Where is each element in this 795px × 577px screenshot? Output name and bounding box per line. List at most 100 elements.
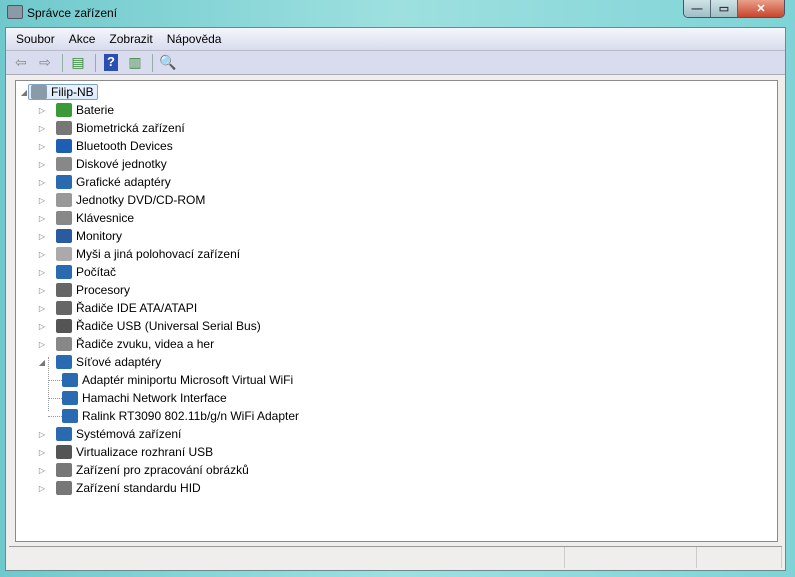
collapse-arrow-icon[interactable]: ◢ [20, 88, 28, 97]
tree-item[interactable]: ▷ Bluetooth Devices [38, 137, 173, 155]
tree-item[interactable]: ▷ Řadiče zvuku, videa a her [38, 335, 214, 353]
show-hide-action-pane-icon[interactable]: ▥ [124, 54, 146, 72]
tree-subitem[interactable]: Adaptér miniportu Microsoft Virtual WiFi [48, 371, 294, 389]
menu-napoveda[interactable]: Nápověda [167, 32, 222, 46]
device-category-icon [56, 175, 72, 189]
tree-item[interactable]: ▷ Myši a jiná polohovací zařízení [38, 245, 241, 263]
expand-arrow-icon[interactable]: ▷ [38, 484, 46, 493]
expand-arrow-icon[interactable]: ▷ [38, 268, 46, 277]
menu-bar: Soubor Akce Zobrazit Nápověda [6, 28, 785, 51]
device-category-icon [56, 193, 72, 207]
tree-item[interactable]: ▷ Řadiče IDE ATA/ATAPI [38, 299, 198, 317]
tree-item-label: Biometrická zařízení [76, 121, 185, 135]
toolbar-separator [62, 53, 63, 72]
tree-item[interactable]: ▷ Systémová zařízení [38, 425, 182, 443]
tree-item-label: Zařízení pro zpracování obrázků [76, 463, 249, 477]
network-adapter-icon [62, 373, 78, 387]
device-category-icon [56, 103, 72, 117]
expand-arrow-icon[interactable]: ▷ [38, 322, 46, 331]
expand-arrow-icon[interactable]: ▷ [38, 232, 46, 241]
expand-arrow-icon[interactable]: ▷ [38, 196, 46, 205]
expand-arrow-icon[interactable]: ▷ [38, 304, 46, 313]
tree-subitem-label: Ralink RT3090 802.11b/g/n WiFi Adapter [82, 409, 300, 423]
device-category-icon [56, 265, 72, 279]
tree-root[interactable]: ◢ Filip-NB [16, 83, 98, 101]
device-category-icon [56, 481, 72, 495]
computer-icon [31, 85, 47, 99]
tree-item-label: Síťové adaptéry [76, 355, 162, 369]
tree-item-label: Řadiče IDE ATA/ATAPI [76, 301, 198, 315]
minimize-button[interactable]: — [684, 0, 711, 17]
toolbar-separator [95, 53, 96, 72]
expand-arrow-icon[interactable]: ▷ [38, 340, 46, 349]
tree-item-label: Monitory [76, 229, 123, 243]
status-pane-2 [565, 547, 697, 568]
expand-arrow-icon[interactable]: ▷ [38, 448, 46, 457]
status-bar [9, 546, 782, 568]
tree-item-label: Jednotky DVD/CD-ROM [76, 193, 206, 207]
status-pane-main [9, 547, 565, 568]
device-manager-icon [7, 5, 23, 19]
tree-item[interactable]: ▷ Jednotky DVD/CD-ROM [38, 191, 206, 209]
tree-item-label: Myši a jiná polohovací zařízení [76, 247, 241, 261]
tree-item-label: Systémová zařízení [76, 427, 182, 441]
tree-item[interactable]: ▷ Zařízení standardu HID [38, 479, 201, 497]
tree-item[interactable]: ▷ Diskové jednotky [38, 155, 167, 173]
tree-item-label: Diskové jednotky [76, 157, 167, 171]
expand-arrow-icon[interactable]: ▷ [38, 250, 46, 259]
expand-arrow-icon[interactable]: ▷ [38, 124, 46, 133]
tree-item[interactable]: ◢ Síťové adaptéry [38, 353, 162, 371]
tree-item[interactable]: ▷ Virtualizace rozhraní USB [38, 443, 213, 461]
device-category-icon [56, 319, 72, 333]
device-category-icon [56, 247, 72, 261]
expand-arrow-icon[interactable]: ▷ [38, 142, 46, 151]
back-icon[interactable]: ⇦ [10, 54, 32, 72]
menu-zobrazit[interactable]: Zobrazit [109, 32, 152, 46]
device-category-icon [56, 121, 72, 135]
tree-item[interactable]: ▷ Grafické adaptéry [38, 173, 171, 191]
tree-item-label: Zařízení standardu HID [76, 481, 201, 495]
maximize-button[interactable]: ▭ [711, 0, 738, 17]
device-category-icon [56, 139, 72, 153]
tree-item[interactable]: ▷ Biometrická zařízení [38, 119, 185, 137]
status-pane-3 [697, 547, 782, 568]
close-button[interactable]: ✕ [738, 0, 784, 17]
tree-item-label: Klávesnice [76, 211, 135, 225]
toolbar-separator [152, 53, 153, 72]
expand-arrow-icon[interactable]: ▷ [38, 286, 46, 295]
menu-soubor[interactable]: Soubor [16, 32, 55, 46]
device-category-icon [56, 355, 72, 369]
tree-subitem-label: Adaptér miniportu Microsoft Virtual WiFi [82, 373, 294, 387]
tree-subitem[interactable]: Hamachi Network Interface [48, 389, 227, 407]
tree-item[interactable]: ▷ Řadiče USB (Universal Serial Bus) [38, 317, 261, 335]
help-icon[interactable]: ? [100, 54, 122, 72]
expand-arrow-icon[interactable]: ▷ [38, 466, 46, 475]
tree-item[interactable]: ▷ Baterie [38, 101, 115, 119]
tree-item[interactable]: ▷ Klávesnice [38, 209, 135, 227]
menu-akce[interactable]: Akce [69, 32, 96, 46]
tree-subitem[interactable]: Ralink RT3090 802.11b/g/n WiFi Adapter [48, 407, 300, 425]
title-bar: Správce zařízení — ▭ ✕ [0, 0, 795, 27]
tree-subitem-label: Hamachi Network Interface [82, 391, 227, 405]
collapse-arrow-icon[interactable]: ◢ [38, 358, 46, 367]
expand-arrow-icon[interactable]: ▷ [38, 106, 46, 115]
scan-hardware-icon[interactable]: 🔍 [157, 54, 179, 72]
expand-arrow-icon[interactable]: ▷ [38, 178, 46, 187]
show-hide-console-tree-icon[interactable]: ▤ [67, 54, 89, 72]
expand-arrow-icon[interactable]: ▷ [38, 214, 46, 223]
tree-item[interactable]: ▷ Zařízení pro zpracování obrázků [38, 461, 249, 479]
tree-item-label: Baterie [76, 103, 115, 117]
tree-item[interactable]: ▷ Procesory [38, 281, 130, 299]
tree-item-label: Bluetooth Devices [76, 139, 173, 153]
expand-arrow-icon[interactable]: ▷ [38, 160, 46, 169]
network-adapter-icon [62, 409, 78, 423]
tree-item[interactable]: ▷ Monitory [38, 227, 123, 245]
expand-arrow-icon[interactable]: ▷ [38, 430, 46, 439]
device-category-icon [56, 427, 72, 441]
tree-item[interactable]: ▷ Počítač [38, 263, 116, 281]
tree-item-label: Grafické adaptéry [76, 175, 171, 189]
device-category-icon [56, 337, 72, 351]
device-tree[interactable]: ◢ Filip-NB ▷ Baterie ▷ Biometrická zaříze… [15, 80, 778, 542]
device-category-icon [56, 445, 72, 459]
forward-icon[interactable]: ⇨ [34, 54, 56, 72]
